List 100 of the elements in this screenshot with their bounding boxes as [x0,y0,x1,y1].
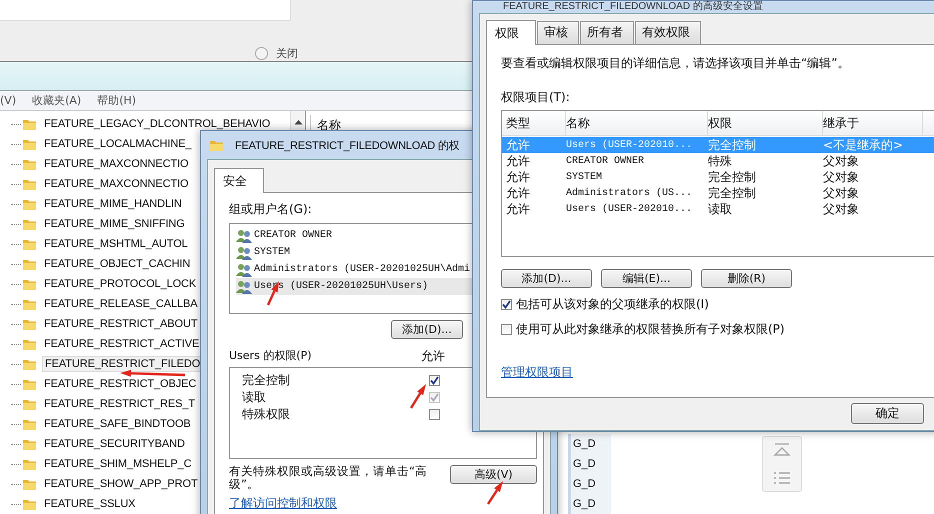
folder-icon [22,337,37,351]
table-cell-text: 完全控制 [708,168,757,186]
tree-item[interactable]: FEATURE_SECURITYBAND [42,437,187,451]
tree-item[interactable]: FEATURE_SAFE_BINDTOOB [42,417,193,431]
table-row[interactable]: 允许 SYSTEM 完全控制 父对象 [502,169,934,185]
table-cell-text: 特殊 [708,152,733,170]
help-link[interactable]: 了解访问控制和权限 [229,495,337,512]
checkbox[interactable] [429,375,440,386]
list-cell[interactable]: G_D [571,434,611,454]
tree-item[interactable]: FEATURE_OBJECT_CACHIN [42,257,192,271]
menu-item[interactable]: 帮助(H) [97,92,136,108]
column-header[interactable]: 权限 [708,111,823,135]
tree-item[interactable]: FEATURE_SHIM_MSHELP_C [42,457,194,471]
table-cell-text: 父对象 [823,152,860,170]
action-button[interactable]: 编辑(E)... [601,269,692,288]
add-button[interactable]: 添加(D)... [391,320,463,339]
table-cell-text: Administrators (US... [566,188,694,198]
folder-icon [22,157,37,171]
radio-button[interactable] [255,47,268,60]
tree-item[interactable]: FEATURE_RELEASE_CALLBA [42,297,200,311]
table-cell-text: 读取 [708,200,733,218]
back-to-top-icon[interactable] [773,443,791,457]
tab[interactable]: 安全 [214,168,264,193]
field-label: 权限项目(T): [501,89,570,106]
table-cell-text: Users (USER-202010... [566,204,694,214]
scroll-up-arrow-icon[interactable] [294,119,302,125]
tree-item[interactable]: FEATURE_PROTOCOL_LOCK [42,277,198,291]
checkbox-label: 使用可从此对象继承的权限替换所有子对象权限(P) [516,321,785,338]
table-cell-text: 允许 [506,152,531,170]
manage-link[interactable]: 管理权限项目 [501,364,573,381]
folder-icon [22,357,37,371]
menu-item[interactable]: (V) [0,94,16,107]
table-row[interactable]: 允许 Administrators (US... 完全控制 父对象 [502,185,934,201]
ok-button[interactable]: 确定 [851,403,924,424]
folder-icon [22,137,37,151]
tree-item[interactable]: FEATURE_MAXCONNECTIO [42,177,190,191]
folder-icon [22,317,37,331]
list-icon[interactable] [773,471,791,485]
menu-item[interactable]: 收藏夹(A) [32,92,82,108]
folder-icon [22,437,37,451]
folder-icon [22,497,37,511]
list-item[interactable]: SYSTEM [236,244,556,261]
column-header[interactable]: 类型 [506,111,566,135]
folder-icon [22,197,37,211]
tree-item[interactable]: FEATURE_RESTRICT_RES_T [42,397,198,411]
checkbox[interactable] [501,324,512,335]
tab[interactable]: 所有者 [580,21,634,44]
permission-name: 特殊权限 [242,406,290,423]
window-title: FEATURE_RESTRICT_FILEDOWNLOAD 的权 [235,138,460,152]
tree-item[interactable]: FEATURE_RESTRICT_OBJEC [42,377,198,391]
folder-icon [22,117,37,131]
list-cell[interactable]: G_D [571,474,611,494]
folder-icon [22,177,37,191]
action-button[interactable]: 删除(R) [701,269,792,288]
checkbox[interactable] [501,299,512,310]
tree-item[interactable]: FEATURE_RESTRICT_ACTIVE [42,337,202,351]
list-cell[interactable]: G_D [571,494,611,514]
action-button[interactable]: 添加(D)... [501,269,592,288]
tree-item[interactable]: FEATURE_MAXCONNECTIO [42,157,190,171]
folder-icon [22,477,37,491]
permission-name: 完全控制 [242,372,290,389]
tab[interactable]: 审核 [537,21,579,44]
checkbox[interactable] [429,409,440,420]
tree-item[interactable]: FEATURE_LOCALMACHINE_ [42,137,194,151]
folder-icon [22,297,37,311]
tree-item[interactable]: FEATURE_RESTRICT_ABOUT [42,317,200,331]
window-title: FEATURE_RESTRICT_FILEDOWNLOAD 的高级安全设置 [502,1,764,13]
annotation-arrow [487,481,503,505]
users-icon [236,280,252,294]
folder-icon [22,457,37,471]
column-header[interactable]: 继承于 [823,111,923,135]
table-row[interactable]: 允许 CREATOR OWNER 特殊 父对象 [502,153,934,169]
tree-item[interactable]: FEATURE_MIME_SNIFFING [42,217,187,231]
tree-item[interactable]: FEATURE_SSLUX [42,497,138,511]
tree-item[interactable]: FEATURE_SHOW_APP_PROT [42,477,200,491]
tree-item[interactable]: FEATURE_LEGACY_DLCONTROL_BEHAVIO [42,117,272,131]
table-cell-text: CREATOR OWNER [566,156,646,166]
annotation-arrow [410,384,426,409]
folder-icon [22,417,37,431]
tab[interactable]: 权限 [486,20,536,45]
tab[interactable]: 有效权限 [635,21,701,44]
column-header[interactable]: 名称 [566,111,708,135]
list-cell[interactable]: G_D [571,454,611,474]
column-header: 允许 [421,348,445,365]
list-item[interactable]: CREATOR OWNER [236,227,556,244]
table-cell-text: 父对象 [823,184,860,202]
table-cell-text: 允许 [506,136,531,154]
table-cell-text: 完全控制 [708,184,757,202]
folder-icon [22,237,37,251]
field-label: 组或用户名(G): [229,201,312,218]
table-cell-text: 父对象 [823,200,860,218]
table-row[interactable]: 允许 Users (USER-202010... 读取 父对象 [502,201,934,217]
advanced-button[interactable]: 高级(V) [450,465,537,484]
folder-icon [22,217,37,231]
folder-icon [22,397,37,411]
radio-label: 关闭 [276,46,298,61]
tree-item[interactable]: FEATURE_MSHTML_AUTOL [42,237,190,251]
instruction-text: 要查看或编辑权限项目的详细信息，请选择该项目并单击“编辑”。 [501,55,850,72]
annotation-arrow [120,370,186,377]
tree-item[interactable]: FEATURE_MIME_HANDLIN [42,197,184,211]
